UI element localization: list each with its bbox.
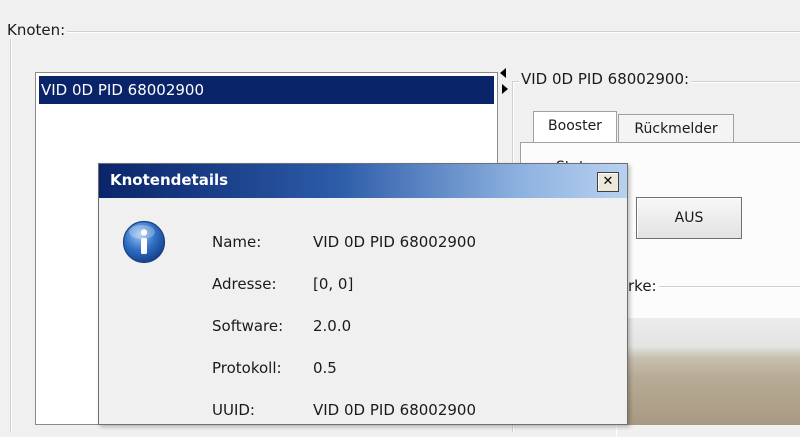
dialog-title: Knotendetails xyxy=(110,171,229,189)
detail-label-protokoll: Protokoll: xyxy=(212,359,282,377)
detail-value-protokoll: 0.5 xyxy=(313,359,337,377)
detail-label-name: Name: xyxy=(212,233,262,251)
detail-value-name: VID 0D PID 68002900 xyxy=(313,233,477,251)
knoten-group-title: Knoten: xyxy=(5,21,68,39)
info-icon xyxy=(122,220,166,264)
knotendetails-dialog: Knotendetails ✕ Name: VID 0D PID 6800290… xyxy=(98,163,628,425)
close-icon: ✕ xyxy=(602,174,614,189)
detail-label-uuid: UUID: xyxy=(212,401,255,419)
splitter-left-arrow-icon[interactable] xyxy=(500,68,506,78)
dialog-titlebar[interactable]: Knotendetails ✕ xyxy=(99,164,627,198)
close-button[interactable]: ✕ xyxy=(597,172,619,192)
detail-value-uuid: VID 0D PID 68002900 xyxy=(313,401,477,419)
detail-label-software: Software: xyxy=(212,317,284,335)
node-detail-group-title: VID 0D PID 68002900: xyxy=(519,70,692,88)
staerke-label-partial: rke: xyxy=(628,277,659,295)
splitter-right-arrow-icon[interactable] xyxy=(502,84,508,94)
detail-label-adresse: Adresse: xyxy=(212,275,277,293)
aus-button[interactable]: AUS xyxy=(636,197,742,239)
detail-value-software: 2.0.0 xyxy=(313,317,352,335)
detail-value-adresse: [0, 0] xyxy=(313,275,354,293)
tab-booster[interactable]: Booster xyxy=(533,111,617,143)
staerke-display xyxy=(625,318,800,425)
tab-rueckmelder[interactable]: Rückmelder xyxy=(618,114,734,142)
node-list-item-selected[interactable]: VID 0D PID 68002900 xyxy=(39,76,494,104)
